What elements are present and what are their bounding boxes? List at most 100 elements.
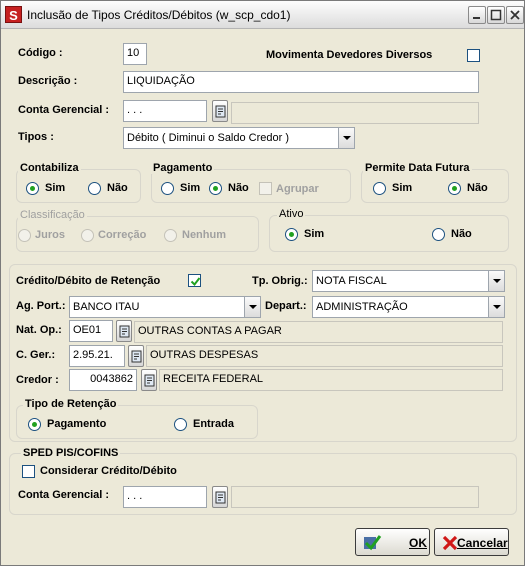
nat-op-lookup-button[interactable] xyxy=(116,320,132,342)
close-button[interactable] xyxy=(506,6,524,24)
pagamento-sim-radio[interactable] xyxy=(161,182,174,195)
minimize-icon xyxy=(473,17,480,19)
minimize-button[interactable] xyxy=(468,6,486,24)
ag-port-select[interactable]: BANCO ITAU xyxy=(69,296,261,318)
classificacao-correcao-radio[interactable] xyxy=(81,229,94,242)
checkmark-icon xyxy=(190,277,201,287)
conta-gerencial-lookup-button[interactable] xyxy=(212,100,228,122)
conta-gerencial-description xyxy=(231,102,479,124)
credor-input[interactable]: 0043862 xyxy=(69,369,137,391)
movimenta-label: Movimenta Devedores Diversos xyxy=(266,49,433,61)
descricao-input[interactable]: LIQUIDAÇÃO xyxy=(123,71,479,93)
credor-description: RECEITA FEDERAL xyxy=(159,369,503,391)
lookup-icon xyxy=(144,374,155,387)
movimenta-checkbox[interactable] xyxy=(467,49,480,62)
sped-title: SPED PIS/COFINS xyxy=(21,447,121,459)
c-ger-input[interactable]: 2.95.21. xyxy=(69,345,125,367)
lookup-icon xyxy=(131,350,142,363)
contabiliza-nao-label: Não xyxy=(107,182,128,194)
pagamento-nao-radio[interactable] xyxy=(209,182,222,195)
maximize-button[interactable] xyxy=(487,6,505,24)
classificacao-juros-label: Juros xyxy=(35,229,65,241)
classificacao-nenhum-radio[interactable] xyxy=(164,229,177,242)
lookup-icon xyxy=(215,491,226,504)
classificacao-nenhum-label: Nenhum xyxy=(182,229,226,241)
descricao-label: Descrição : xyxy=(18,75,78,87)
tp-obrig-select[interactable]: NOTA FISCAL xyxy=(312,270,505,292)
pagamento-title: Pagamento xyxy=(151,162,215,174)
ag-port-selected-value: BANCO ITAU xyxy=(73,301,140,313)
depart-selected-value: ADMINISTRAÇÃO xyxy=(316,301,408,313)
chevron-down-icon xyxy=(493,279,501,283)
c-ger-description: OUTRAS DESPESAS xyxy=(146,345,503,367)
data-futura-sim-radio[interactable] xyxy=(373,182,386,195)
conta-gerencial-label: Conta Gerencial : xyxy=(18,104,110,116)
tipos-label: Tipos : xyxy=(18,131,54,143)
window-title: Inclusão de Tipos Créditos/Débitos (w_sc… xyxy=(27,8,291,22)
ag-port-label: Ag. Port.: xyxy=(16,300,66,312)
classificacao-correcao-label: Correção xyxy=(98,229,147,241)
credor-label: Credor : xyxy=(16,374,59,386)
ativo-sim-label: Sim xyxy=(304,228,325,240)
lookup-icon xyxy=(215,105,226,118)
tipo-retencao-title: Tipo de Retenção xyxy=(23,398,119,410)
tipo-retencao-pagamento-radio[interactable] xyxy=(28,418,41,431)
codigo-label: Código : xyxy=(18,47,63,59)
ok-check-icon xyxy=(364,535,382,551)
conta-gerencial-input[interactable]: . . . xyxy=(123,100,207,122)
tipos-dropdown-button[interactable] xyxy=(338,128,354,148)
depart-select[interactable]: ADMINISTRAÇÃO xyxy=(312,296,505,318)
classificacao-juros-radio[interactable] xyxy=(18,229,31,242)
ativo-title: Ativo xyxy=(277,208,306,220)
ativo-nao-radio[interactable] xyxy=(432,228,445,241)
tipos-select[interactable]: Débito ( Diminui o Saldo Credor ) xyxy=(123,127,355,149)
tp-obrig-dropdown-button[interactable] xyxy=(488,271,504,291)
contabiliza-sim-radio[interactable] xyxy=(26,182,39,195)
codigo-input[interactable]: 10 xyxy=(123,43,147,65)
sped-conta-gerencial-input[interactable]: . . . xyxy=(123,486,207,508)
depart-label: Depart.: xyxy=(265,300,307,312)
pagamento-sim-label: Sim xyxy=(180,182,201,194)
c-ger-lookup-button[interactable] xyxy=(128,345,144,367)
title-bar[interactable]: S Inclusão de Tipos Créditos/Débitos (w_… xyxy=(1,1,524,29)
chevron-down-icon xyxy=(249,305,257,309)
chevron-down-icon xyxy=(343,136,351,140)
sped-conta-gerencial-label: Conta Gerencial : xyxy=(18,489,110,501)
pagamento-nao-label: Não xyxy=(228,182,249,194)
ag-port-dropdown-button[interactable] xyxy=(244,297,260,317)
considerar-checkbox[interactable] xyxy=(22,465,35,478)
contabiliza-title: Contabiliza xyxy=(18,162,81,174)
ativo-sim-radio[interactable] xyxy=(285,228,298,241)
ativo-nao-label: Não xyxy=(451,228,472,240)
nat-op-input[interactable]: OE01 xyxy=(69,320,113,342)
dialog-window: S Inclusão de Tipos Créditos/Débitos (w_… xyxy=(0,0,525,566)
tipo-retencao-entrada-label: Entrada xyxy=(193,418,234,430)
tipo-retencao-pagamento-label: Pagamento xyxy=(47,418,107,430)
lookup-icon xyxy=(119,325,130,338)
tipo-retencao-entrada-radio[interactable] xyxy=(174,418,187,431)
app-icon: S xyxy=(5,6,22,23)
ok-button[interactable]: OK xyxy=(355,528,430,556)
tipos-selected-value: Débito ( Diminui o Saldo Credor ) xyxy=(127,132,290,144)
data-futura-title: Permite Data Futura xyxy=(363,162,472,174)
cancelar-button[interactable]: Cancelar xyxy=(434,528,509,556)
credor-lookup-button[interactable] xyxy=(141,369,157,391)
considerar-label: Considerar Crédito/Débito xyxy=(40,465,177,477)
c-ger-label: C. Ger.: xyxy=(16,349,56,361)
contabiliza-nao-radio[interactable] xyxy=(88,182,101,195)
tp-obrig-selected-value: NOTA FISCAL xyxy=(316,275,387,287)
sped-conta-gerencial-description xyxy=(231,486,479,508)
data-futura-sim-label: Sim xyxy=(392,182,413,194)
classificacao-title: Classificação xyxy=(18,209,87,221)
nat-op-label: Nat. Op.: xyxy=(16,324,62,336)
agrupar-checkbox[interactable] xyxy=(259,182,272,195)
sped-conta-gerencial-lookup-button[interactable] xyxy=(212,486,228,508)
depart-dropdown-button[interactable] xyxy=(488,297,504,317)
credito-debito-retencao-checkbox[interactable] xyxy=(188,274,201,287)
nat-op-description: OUTRAS CONTAS A PAGAR xyxy=(134,321,503,343)
ok-label: OK xyxy=(409,536,427,550)
data-futura-nao-radio[interactable] xyxy=(448,182,461,195)
tp-obrig-label: Tp. Obrig.: xyxy=(252,275,308,287)
maximize-icon xyxy=(490,9,502,21)
agrupar-label: Agrupar xyxy=(276,183,319,195)
